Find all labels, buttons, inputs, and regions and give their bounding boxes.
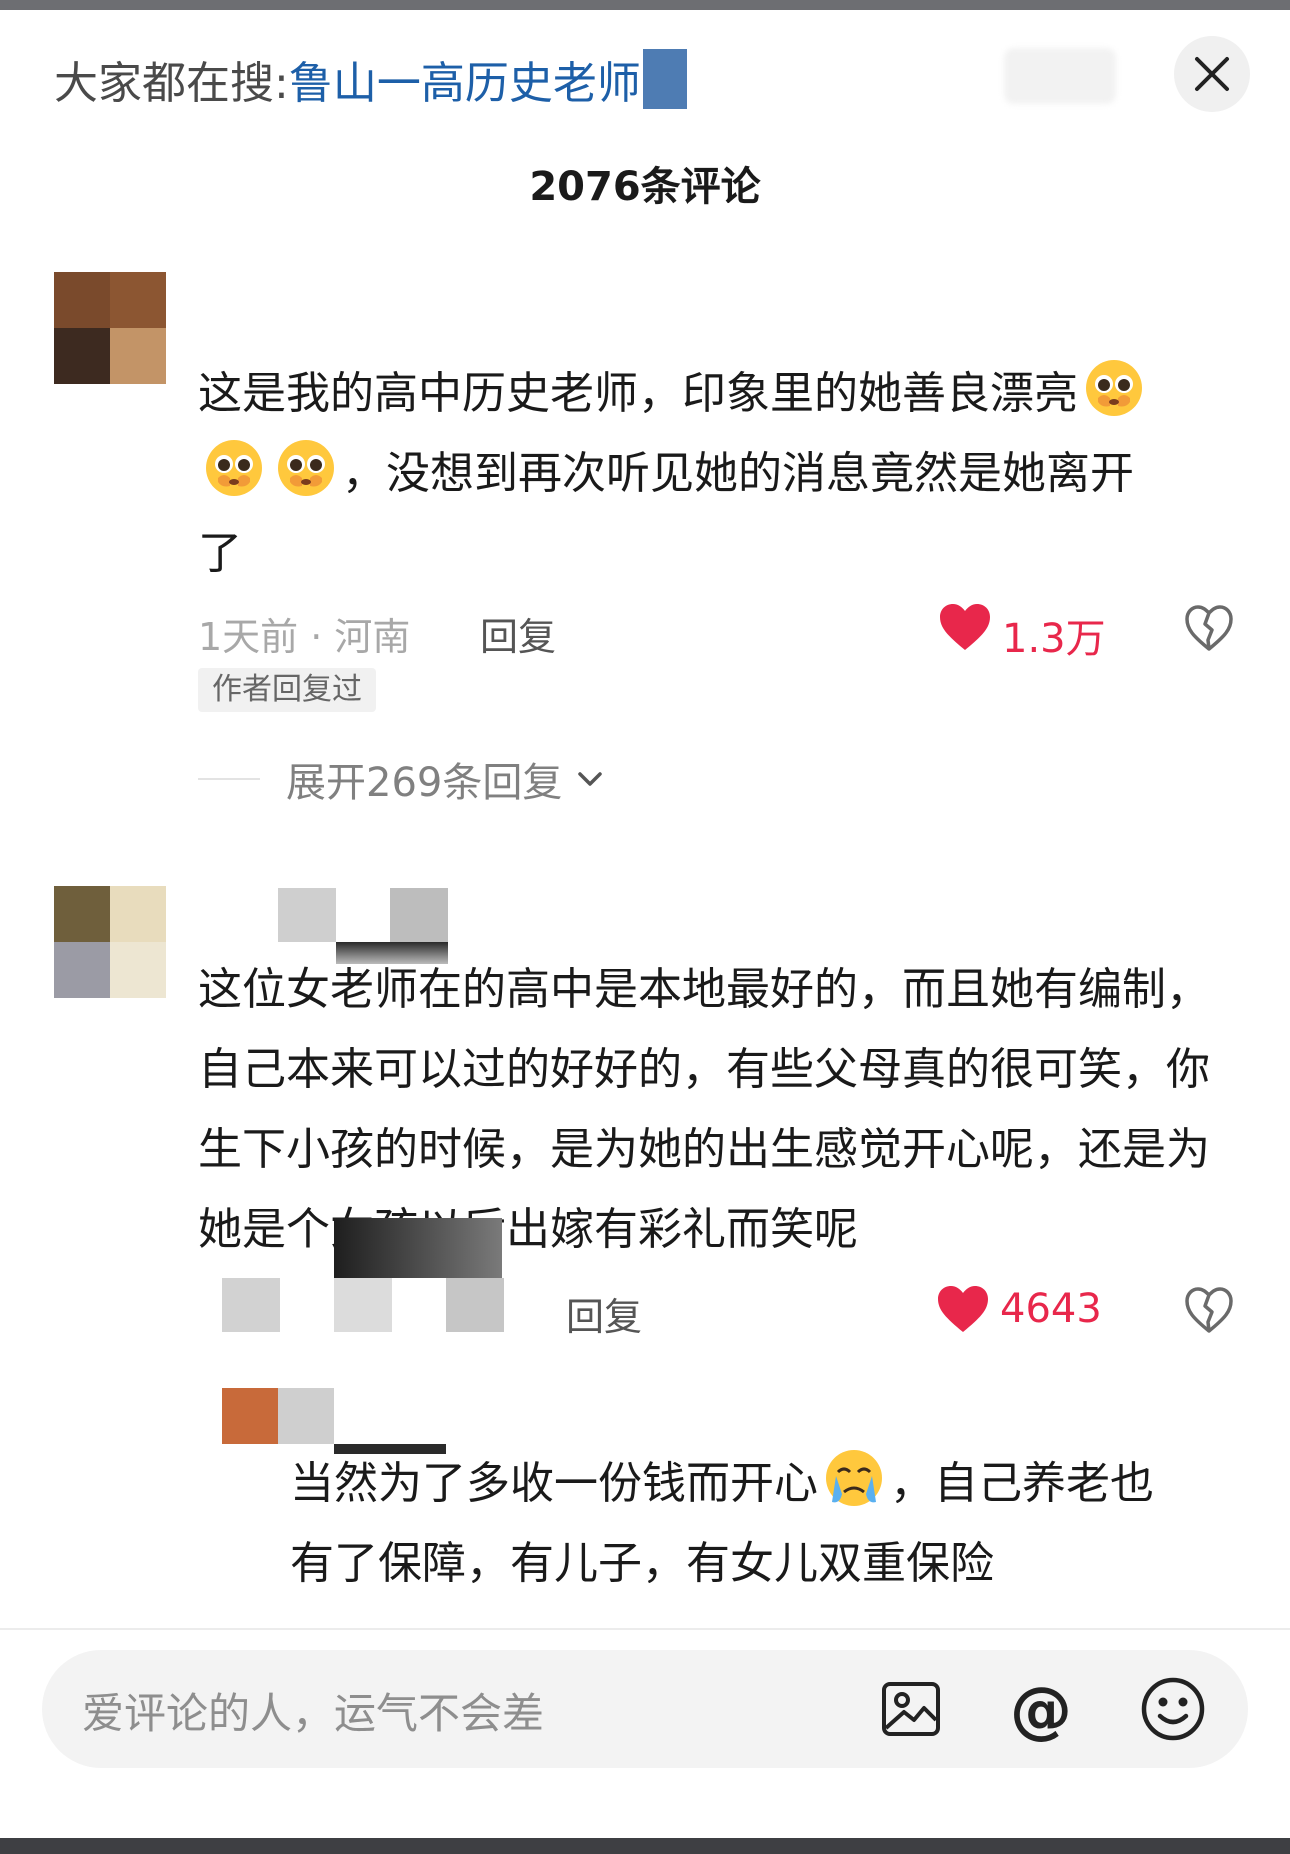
reply-button[interactable]: 回复 (480, 606, 556, 661)
like-count: 1.3万 (1002, 616, 1106, 662)
comment-input-placeholder[interactable]: 爱评论的人，运气不会差 (82, 1680, 544, 1741)
search-term-redaction (642, 49, 687, 109)
author-replied-badge: 作者回复过 (198, 668, 376, 712)
dislike-broken-heart-icon[interactable] (1184, 1286, 1234, 1334)
emoji-icon (1141, 1677, 1205, 1741)
comment-input-bar[interactable]: 爱评论的人，运气不会差 @ (42, 1650, 1248, 1768)
bottom-border (0, 1838, 1290, 1854)
at-icon: @ (1010, 1672, 1072, 1746)
reply-button[interactable]: 回复 (566, 1286, 642, 1341)
comment-time-location: 1天前 · 河南 (198, 615, 411, 659)
sub-reply-text-line: 有了保障，有儿子，有女儿双重保险 (290, 1538, 994, 1589)
trending-search-hint[interactable]: 大家都在搜: 鲁山一高历史老师 (54, 44, 687, 114)
expand-replies-button[interactable]: 展开269条回复 (198, 750, 604, 808)
comment-count-title: 2076条评论 (529, 164, 761, 210)
image-icon (882, 1682, 940, 1736)
comment-text-line: 这是我的高中历史老师，印象里的她善良漂亮 (198, 368, 1078, 419)
dislike-broken-heart-icon[interactable] (1184, 604, 1234, 652)
top-border (0, 0, 1290, 10)
chevron-down-icon (578, 772, 603, 786)
pleading-face-icon (278, 440, 334, 496)
input-divider (0, 1628, 1290, 1630)
meta-redaction (222, 1278, 280, 1332)
avatar[interactable] (54, 272, 166, 384)
pleading-face-icon (1086, 360, 1142, 416)
sub-reply-body: 当然为了多收一份钱而开心 ，自己养老也 有了保障，有儿子，有女儿双重保险 (290, 1444, 1250, 1604)
username-redaction (334, 1218, 502, 1278)
image-button[interactable] (872, 1670, 950, 1748)
avatar[interactable] (222, 1388, 334, 1444)
username-redaction (390, 888, 448, 942)
emoji-button[interactable] (1134, 1670, 1212, 1748)
heart-filled-icon[interactable] (936, 1284, 990, 1334)
expand-replies-label: 展开269条回复 (286, 760, 563, 806)
heart-filled-icon[interactable] (938, 602, 992, 652)
sub-reply-text-line: 当然为了多收一份钱而开心 (290, 1458, 818, 1509)
header-redacted-area (1004, 48, 1116, 104)
meta-redaction (334, 1278, 392, 1332)
close-button[interactable] (1174, 36, 1250, 112)
pleading-face-icon (206, 440, 262, 496)
search-hint-prefix: 大家都在搜: (54, 58, 289, 109)
close-icon (1195, 57, 1229, 91)
expand-divider (198, 778, 260, 780)
like-count: 4643 (1000, 1286, 1102, 1332)
comment-text-line: ，没想到再次听见她的消息竟然是她离开 (342, 448, 1134, 499)
avatar[interactable] (54, 886, 166, 998)
sub-reply-text-line: ，自己养老也 (890, 1458, 1154, 1509)
crying-face-icon (826, 1450, 882, 1506)
at-mention-button[interactable]: @ (1002, 1670, 1080, 1748)
comment-text-line: 了 (198, 528, 242, 579)
username-redaction (278, 888, 336, 942)
comment-body: 这是我的高中历史老师，印象里的她善良漂亮 ，没想到再次听见她的消息竟然是她离开 … (198, 354, 1238, 594)
search-hint-term[interactable]: 鲁山一高历史老师 (289, 47, 641, 111)
meta-redaction (446, 1278, 504, 1332)
